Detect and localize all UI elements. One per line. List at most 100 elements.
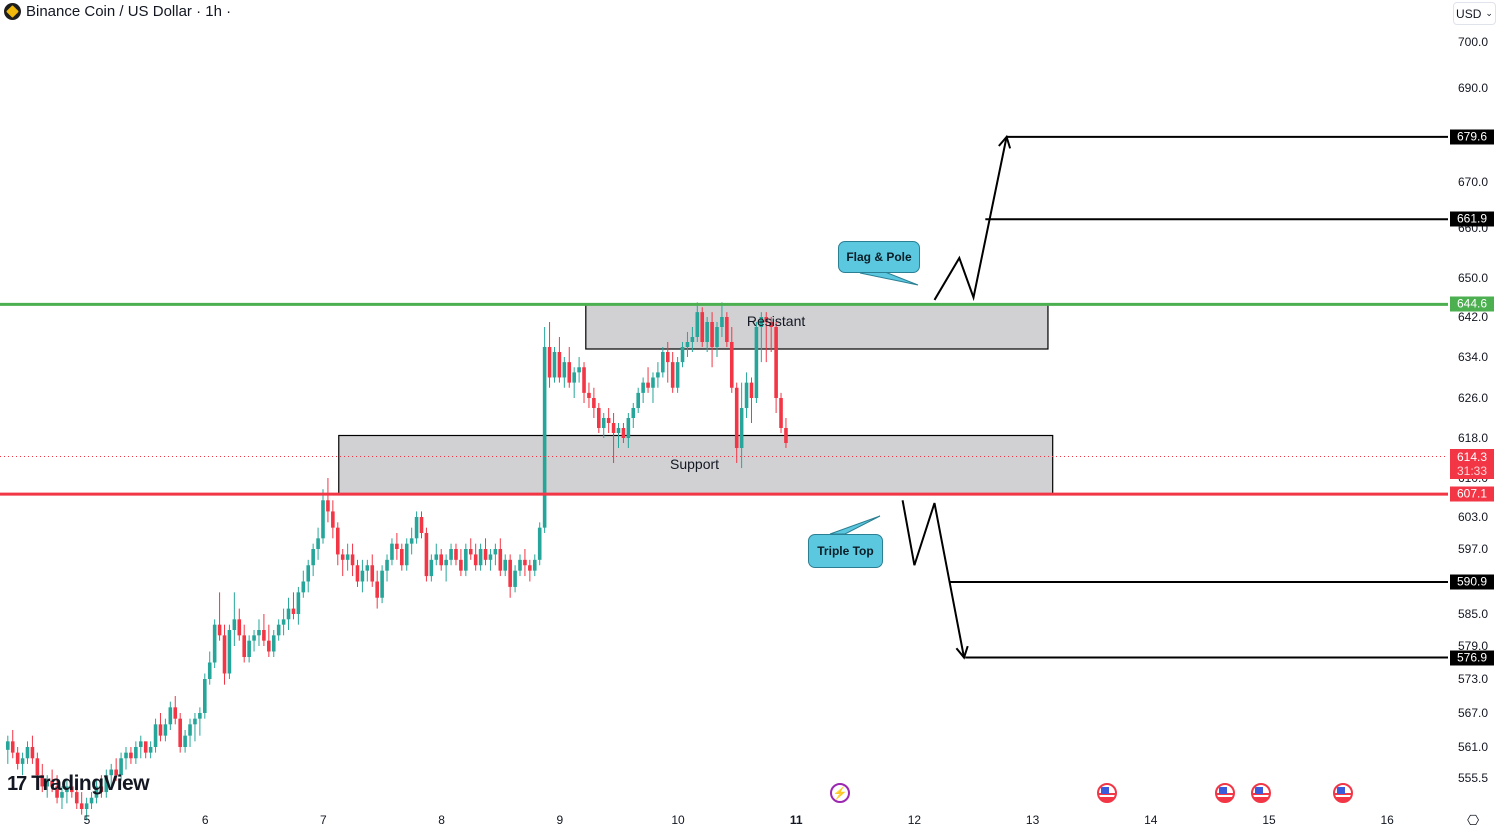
candle-body (478, 549, 483, 566)
candle (562, 357, 567, 388)
y-tick-label: 573.0 (1458, 672, 1489, 686)
candle (335, 522, 340, 566)
candle (345, 543, 350, 571)
candle (434, 543, 439, 566)
chevron-down-icon: ⌄ (1485, 8, 1493, 18)
candle-body (326, 500, 330, 512)
currency-selector[interactable]: USD ⌄ (1453, 2, 1496, 25)
candle (636, 387, 641, 413)
candle-body (656, 372, 660, 378)
candle (281, 608, 286, 636)
candle-body (158, 724, 163, 736)
candle (168, 701, 173, 730)
x-tick-label: 14 (1144, 813, 1158, 827)
candle (321, 489, 325, 544)
candle-body (222, 635, 227, 674)
candle-body (183, 735, 187, 747)
candle-body (395, 543, 399, 549)
candle-body (414, 517, 419, 539)
last-price-value: 614.3 (1456, 449, 1488, 464)
candle-body (547, 347, 552, 378)
candle (779, 392, 783, 433)
candle-body (754, 327, 759, 398)
candle (582, 362, 586, 403)
candle (129, 747, 133, 764)
candle (271, 630, 276, 657)
target-down-2-price-tag: 576.9 (1450, 650, 1494, 666)
resistance-zone[interactable] (585, 303, 1049, 350)
candle-body (621, 428, 626, 438)
candle (404, 538, 409, 571)
y-tick-label: 618.0 (1458, 431, 1489, 445)
candle-body (375, 581, 379, 598)
candle-body (242, 635, 247, 657)
candle-body (286, 608, 291, 620)
candle-body (537, 527, 542, 560)
candle-body (173, 707, 178, 719)
candle (188, 718, 192, 747)
candle-body (518, 559, 522, 571)
candle (340, 549, 345, 577)
candle (163, 718, 168, 742)
candle-body (597, 408, 601, 428)
us-flag-event-icon[interactable] (1097, 783, 1118, 803)
candle (390, 538, 394, 566)
candle-body (163, 724, 168, 736)
candle (193, 713, 197, 742)
candle-body (434, 554, 439, 560)
x-tick-label: 6 (201, 813, 209, 827)
candle-body (335, 527, 340, 555)
candle (749, 377, 754, 423)
candle (257, 619, 261, 646)
candle-body (291, 608, 296, 614)
candle-body (675, 362, 680, 388)
candle (331, 500, 335, 539)
candle-body (503, 559, 508, 571)
candle-body (616, 428, 621, 433)
candle (528, 559, 532, 582)
candle (247, 635, 251, 663)
candle (488, 549, 493, 571)
candle-body (784, 428, 788, 443)
candle-body (345, 554, 350, 560)
candle (646, 367, 650, 393)
candle-body (262, 630, 266, 641)
candle-body (528, 565, 532, 571)
candle (518, 554, 522, 577)
candle-body (124, 752, 128, 759)
candle (316, 527, 320, 560)
us-flag-event-icon[interactable] (1250, 783, 1271, 803)
candle (577, 357, 581, 383)
candle-body (734, 387, 739, 448)
price-chart[interactable] (0, 0, 1499, 830)
tradingview-logo[interactable]: 17 TradingView (7, 772, 150, 796)
candle-body (631, 408, 636, 418)
lightning-event-icon[interactable]: ⚡ (829, 783, 850, 803)
candle (276, 619, 281, 641)
candle (355, 559, 360, 587)
candle-body (232, 619, 237, 630)
candle-body (168, 707, 173, 725)
flag-pole-callout[interactable]: Flag & Pole (838, 241, 920, 273)
triple-top-callout[interactable]: Triple Top (808, 534, 883, 568)
candle-body (670, 362, 675, 388)
candle (774, 322, 778, 413)
candle (212, 619, 217, 668)
candle (700, 307, 705, 347)
bearish-projection[interactable] (901, 500, 966, 658)
candle-body (449, 549, 453, 560)
candle-body (744, 382, 749, 408)
candle (473, 543, 478, 571)
candle-body (454, 549, 458, 560)
candle (138, 735, 143, 759)
candle (134, 741, 138, 764)
candle (725, 312, 729, 347)
candle-body (178, 718, 182, 747)
candle-body (582, 367, 586, 393)
currency-label: USD (1456, 6, 1482, 21)
y-tick-label: 597.0 (1458, 542, 1489, 556)
candle (513, 565, 517, 593)
settings-icon[interactable]: ⎔ (1467, 812, 1479, 829)
symbol-title[interactable]: Binance Coin / US Dollar · 1h · (26, 3, 231, 20)
target-down-1-price-tag: 590.9 (1450, 574, 1494, 590)
